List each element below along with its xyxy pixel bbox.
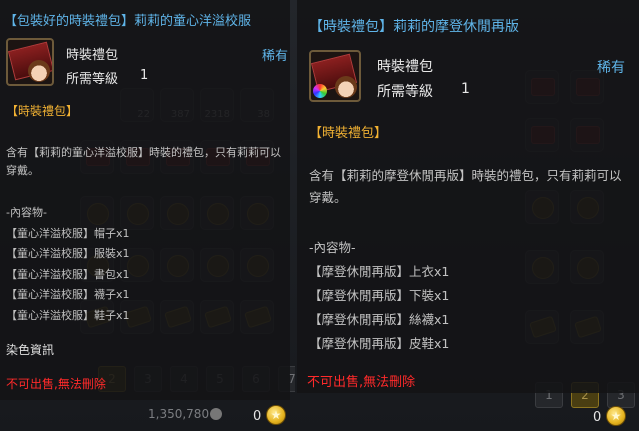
contents-list: -內容物- 【童心洋溢校服】帽子x1 【童心洋溢校服】服裝x1 【童心洋溢校服】… [6, 203, 130, 326]
item-type: 時裝禮包 [377, 59, 433, 75]
item-tooltip-left: 【包裝好的時裝禮包】莉莉的童心洋溢校服 時裝禮包 所需等級 1 稀有 【時裝禮包… [0, 0, 290, 400]
money-icon [210, 408, 222, 420]
dye-info: 染色資訊 [6, 343, 55, 357]
contents-header: -內容物- [309, 240, 356, 255]
coin-count: 0 [593, 410, 602, 425]
star-coin-icon[interactable]: ★ [606, 406, 626, 426]
item-description: 含有【莉莉的摩登休閒再版】時裝的禮包，只有莉莉可以穿戴。 [309, 168, 622, 205]
contents-item: 【摩登休閒再版】下裝x1 [309, 288, 450, 303]
fashion-gift-box-icon [6, 38, 54, 86]
required-level-value: 1 [461, 81, 470, 97]
required-level-label: 所需等級 [377, 84, 433, 100]
contents-item: 【童心洋溢校服】鞋子x1 [6, 308, 130, 322]
dye-rainbow-icon [313, 84, 327, 98]
contents-item: 【摩登休閒再版】皮鞋x1 [309, 336, 450, 351]
contents-item: 【摩登休閒再版】上衣x1 [309, 264, 450, 279]
rarity-label: 稀有 [597, 60, 625, 76]
rarity-label: 稀有 [262, 49, 289, 64]
item-type: 時裝禮包 [66, 48, 119, 63]
contents-item: 【童心洋溢校服】服裝x1 [6, 247, 130, 260]
contents-item: 【童心洋溢校服】襪子x1 [6, 288, 130, 301]
tooltip-title: 【包裝好的時裝禮包】莉莉的童心洋溢校服 [4, 14, 252, 29]
contents-item: 【童心洋溢校服】書包x1 [6, 267, 130, 281]
contents-list: -內容物- 【摩登休閒再版】上衣x1 【摩登休閒再版】下裝x1 【摩登休閒再版】… [309, 236, 449, 356]
item-category: 【時裝禮包】 [309, 126, 388, 141]
restriction-notice: 不可出售,無法刪除 [307, 375, 416, 390]
contents-item: 【摩登休閒再版】絲襪x1 [309, 312, 450, 327]
coin-count: 0 [253, 409, 262, 424]
item-tooltip-right: 【時裝禮包】莉莉的摩登休閒再版 時裝禮包 所需等級 1 稀有 【時裝禮包】 含有… [297, 0, 639, 393]
money-amount: 1,350,780 [148, 407, 210, 421]
fashion-gift-box-icon [309, 50, 361, 102]
required-level-value: 1 [140, 68, 149, 83]
item-description: 含有【莉莉的童心洋溢校服】時裝的禮包，只有莉莉可以穿戴。 [6, 146, 281, 177]
tooltip-title: 【時裝禮包】莉莉的摩登休閒再版 [309, 19, 519, 35]
item-category: 【時裝禮包】 [6, 104, 79, 118]
contents-header: -內容物- [6, 206, 47, 219]
restriction-notice: 不可出售,無法刪除 [6, 377, 106, 391]
required-level-label: 所需等級 [66, 72, 119, 87]
contents-item: 【童心洋溢校服】帽子x1 [6, 226, 130, 240]
star-coin-icon[interactable]: ★ [266, 405, 286, 425]
